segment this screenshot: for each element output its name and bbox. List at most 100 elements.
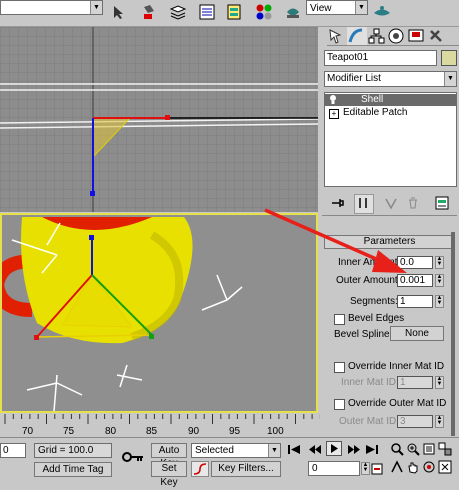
schematic-view-icon[interactable]: [224, 2, 244, 22]
go-to-start-icon[interactable]: [287, 444, 301, 458]
current-frame-value: 0: [312, 463, 318, 474]
time-slider-ruler[interactable]: 70 75 80 85 90 95 100: [0, 414, 330, 438]
layer-manager-icon[interactable]: [168, 2, 188, 22]
inner-mat-id-spinner[interactable]: 1: [397, 376, 433, 389]
top-viewport-grid: [0, 27, 318, 212]
chevron-down-icon: ▼: [355, 1, 367, 14]
lightbulb-icon[interactable]: [329, 94, 337, 104]
configure-modifier-sets-icon[interactable]: [434, 195, 450, 214]
unlink-icon[interactable]: [139, 2, 159, 22]
chevron-down-icon: ▼: [90, 1, 102, 14]
zoom-icon[interactable]: [390, 442, 404, 459]
display-tab[interactable]: [407, 27, 427, 45]
previous-frame-icon[interactable]: [308, 444, 322, 458]
panel-scrollbar[interactable]: [451, 232, 455, 436]
tick-label: 80: [105, 426, 117, 437]
render-icon[interactable]: [372, 2, 392, 22]
outer-mat-id-value: 3: [400, 416, 406, 427]
make-unique-icon[interactable]: [384, 196, 398, 213]
tick-label: 90: [188, 426, 200, 437]
stack-item-editable-patch[interactable]: + Editable Patch: [325, 107, 456, 119]
play-icon[interactable]: [326, 441, 342, 456]
field-of-view-icon[interactable]: [390, 460, 404, 477]
key-tangent-icon[interactable]: [191, 461, 209, 477]
coordinate-field[interactable]: 0: [0, 443, 26, 458]
key-mode-dropdown[interactable]: Selected ▼: [191, 443, 281, 458]
outer-mat-id-label: Outer Mat ID:: [339, 416, 400, 427]
key-filters-button[interactable]: Key Filters...: [211, 461, 281, 477]
inner-amount-spinner[interactable]: 0.0: [397, 256, 433, 269]
segments-label: Segments:: [350, 296, 398, 307]
perspective-viewport[interactable]: [0, 213, 318, 413]
spinner-arrows-icon[interactable]: ▲ ▼: [435, 376, 444, 389]
motion-tab[interactable]: [387, 27, 407, 45]
coordinate-value: 0: [3, 445, 9, 456]
modify-tab[interactable]: [347, 27, 367, 45]
tick-label: 75: [63, 426, 75, 437]
hierarchy-tab[interactable]: [367, 27, 387, 45]
remove-modifier-icon[interactable]: [406, 196, 420, 213]
zoom-extents-all-icon[interactable]: [438, 442, 452, 459]
auto-key-button[interactable]: Auto Key: [151, 443, 187, 469]
selection-set-dropdown[interactable]: ▼: [0, 0, 103, 15]
render-setup-icon[interactable]: [283, 2, 303, 22]
main-toolbar: ▼ View ▼: [0, 0, 459, 27]
key-mode-value: Selected: [195, 445, 234, 456]
inner-mat-id-label: Inner Mat ID:: [341, 377, 399, 388]
tick-label: 70: [22, 426, 34, 437]
pan-hand-icon[interactable]: [406, 460, 420, 477]
top-viewport[interactable]: [0, 27, 318, 212]
render-view-dropdown[interactable]: View ▼: [306, 0, 368, 15]
spinner-arrows-icon[interactable]: ▲ ▼: [435, 415, 444, 428]
go-to-end-icon[interactable]: [365, 444, 379, 458]
modifier-stack: Shell + Editable Patch: [324, 92, 457, 187]
zoom-all-icon[interactable]: [406, 442, 420, 459]
pin-stack-icon[interactable]: [330, 196, 344, 213]
bevel-spline-button[interactable]: None: [390, 326, 444, 341]
orbit-icon[interactable]: [422, 460, 436, 477]
parameters-rollout-header[interactable]: Parameters: [324, 235, 455, 249]
bevel-spline-button-label: None: [405, 328, 429, 339]
stack-item-label: Shell: [361, 94, 384, 105]
material-editor-icon[interactable]: [254, 2, 274, 22]
object-name-field[interactable]: Teapot01: [324, 50, 437, 66]
segments-spinner[interactable]: 1: [397, 295, 433, 308]
spinner-arrows-icon[interactable]: ▲ ▼: [435, 295, 444, 308]
key-icon[interactable]: [122, 450, 144, 467]
curve-editor-icon[interactable]: [197, 2, 217, 22]
key-filters-label: Key Filters...: [218, 463, 274, 474]
spinner-arrows-icon[interactable]: ▲ ▼: [435, 256, 444, 269]
utilities-tab[interactable]: [427, 27, 447, 45]
inner-amount-value: 0.0: [400, 257, 414, 268]
segments-value: 1: [400, 296, 406, 307]
next-frame-icon[interactable]: [347, 444, 361, 458]
maximize-viewport-icon[interactable]: [438, 460, 452, 477]
show-end-result-icon[interactable]: [354, 194, 374, 214]
stack-item-shell[interactable]: Shell: [325, 94, 456, 106]
zoom-extents-icon[interactable]: [422, 442, 436, 459]
outer-amount-spinner[interactable]: 0.001: [397, 274, 433, 287]
rollout-title: Parameters: [363, 236, 416, 247]
override-inner-mat-checkbox[interactable]: [334, 362, 345, 373]
set-key-button[interactable]: Set Key: [151, 461, 187, 488]
create-tab[interactable]: [327, 27, 347, 45]
select-link-icon[interactable]: [110, 2, 130, 22]
add-time-tag-button[interactable]: Add Time Tag: [34, 462, 112, 477]
tick-label: 100: [267, 426, 284, 437]
set-key-label: Set Key: [160, 463, 178, 488]
current-frame-field[interactable]: 0: [308, 461, 360, 476]
outer-mat-id-spinner[interactable]: 3: [397, 415, 433, 428]
bevel-edges-label: Bevel Edges: [348, 313, 405, 324]
perspective-scene: [2, 217, 243, 411]
time-configuration-icon[interactable]: [371, 463, 383, 478]
inner-mat-id-value: 1: [400, 377, 406, 388]
spinner-arrows-icon[interactable]: ▲ ▼: [361, 462, 370, 475]
object-color-swatch[interactable]: [441, 50, 457, 66]
bevel-edges-checkbox[interactable]: [334, 314, 345, 325]
stack-item-label: Editable Patch: [343, 107, 408, 118]
expand-plus-icon[interactable]: +: [329, 109, 339, 119]
spinner-arrows-icon[interactable]: ▲ ▼: [435, 274, 444, 287]
outer-amount-value: 0.001: [400, 275, 426, 286]
override-outer-mat-checkbox[interactable]: [334, 399, 345, 410]
modifier-list-dropdown[interactable]: Modifier List ▼: [324, 71, 457, 87]
